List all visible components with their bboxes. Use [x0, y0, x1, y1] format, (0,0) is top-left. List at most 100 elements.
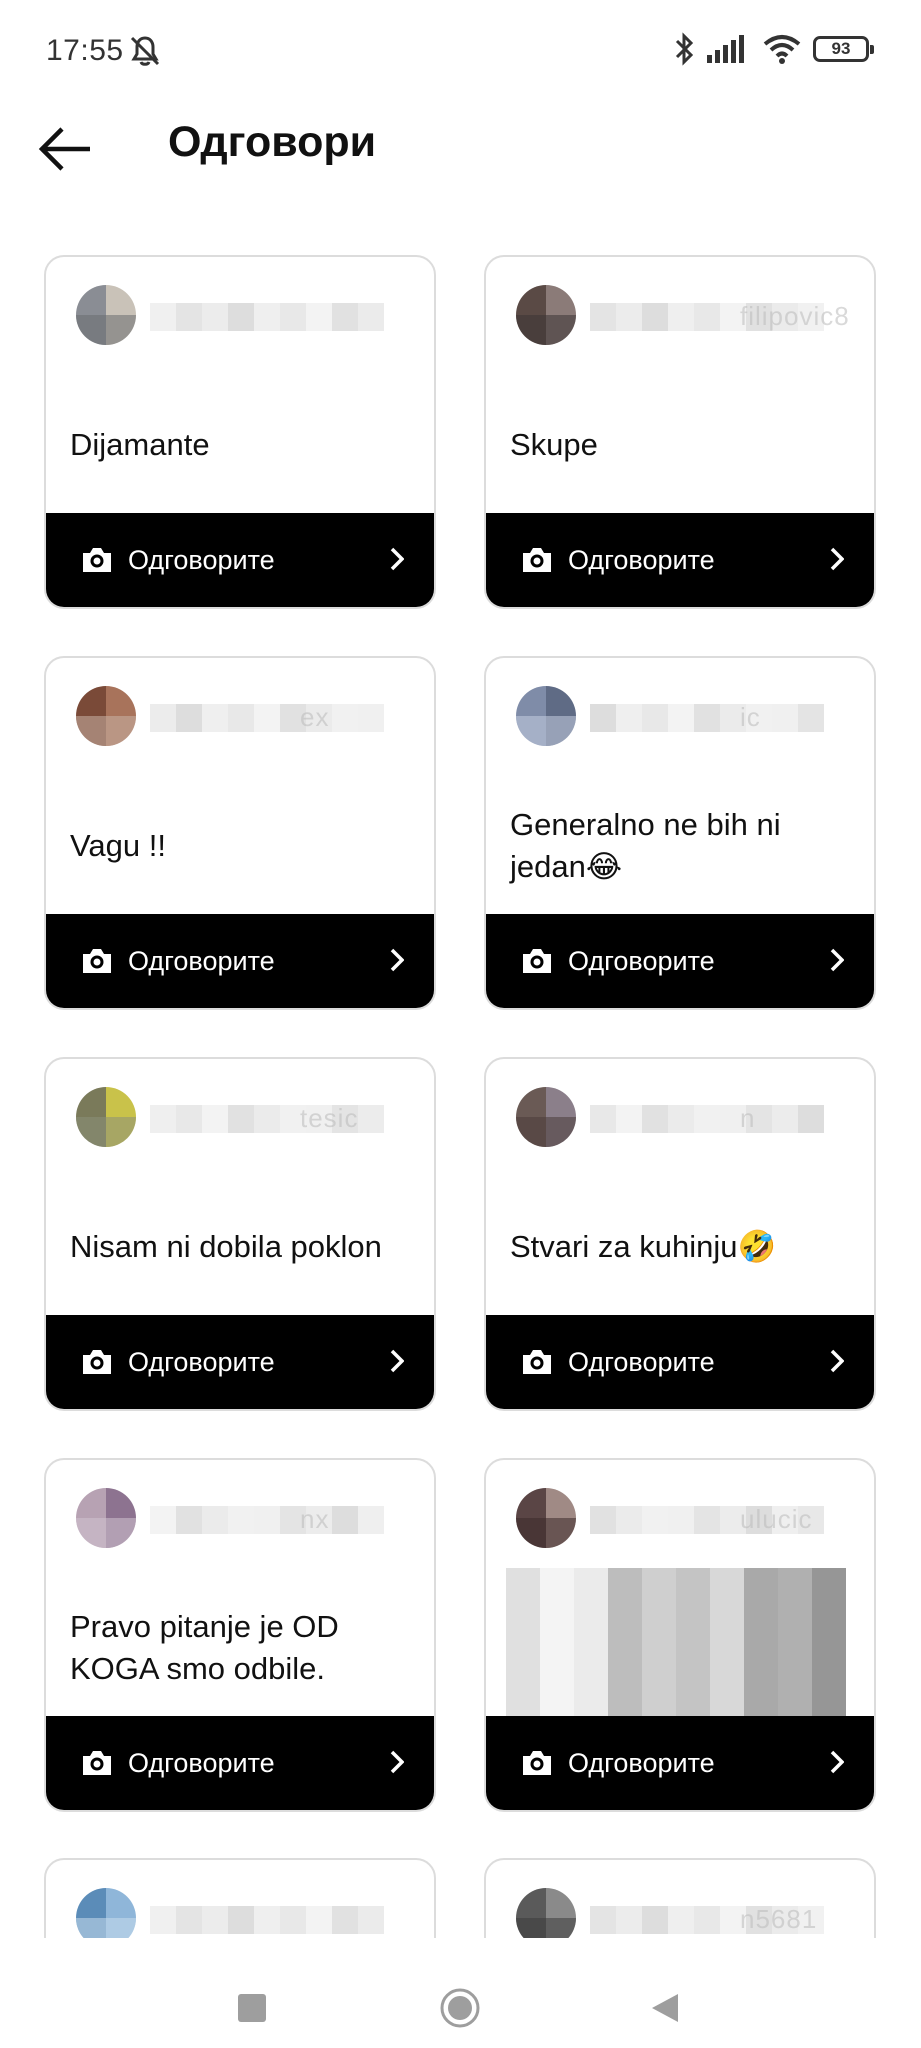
response-text: Stvari za kuhinju🤣: [510, 1229, 777, 1264]
username: filipovic8: [740, 301, 850, 331]
username: n5681: [740, 1904, 818, 1934]
status-icons: 93: [673, 32, 874, 66]
response-text: Generalno ne bih ni jedan😂: [510, 807, 781, 884]
chevron-right-icon: [390, 547, 404, 571]
card-user[interactable]: nx: [60, 1484, 420, 1554]
username: ic: [740, 702, 761, 732]
avatar[interactable]: [76, 1488, 136, 1548]
response-card[interactable]: ic Generalno ne bih ni jedan😂 Одговорите: [484, 656, 876, 1010]
response-card[interactable]: tesic Nisam ni dobila poklon Одговорите: [44, 1057, 436, 1411]
app-header: Одговори: [0, 100, 921, 200]
username-blurred: [150, 704, 384, 732]
reply-label: Одговорите: [128, 945, 275, 976]
card-user[interactable]: n: [500, 1083, 860, 1153]
avatar[interactable]: [516, 1888, 576, 1938]
system-nav-bar: [0, 1938, 921, 2048]
username: ulucic: [740, 1504, 813, 1534]
response-card[interactable]: [44, 1858, 436, 1938]
battery-icon: 93: [813, 36, 874, 62]
card-user[interactable]: filipovic8: [500, 281, 860, 351]
status-time: 17:55: [46, 34, 124, 67]
card-user[interactable]: ex: [60, 682, 420, 752]
reply-label: Одговорите: [128, 1747, 275, 1778]
card-user[interactable]: [60, 281, 420, 351]
signal-icon: [707, 35, 744, 63]
responses-grid-partial-row: n5681: [44, 1858, 878, 1938]
reply-label: Одговорите: [568, 945, 715, 976]
bluetooth-icon: [675, 32, 694, 66]
avatar[interactable]: [76, 686, 136, 746]
card-user[interactable]: [60, 1884, 420, 1938]
reply-button[interactable]: Одговорите: [46, 914, 434, 1008]
camera-icon: [83, 1350, 111, 1374]
reply-button[interactable]: Одговорите: [486, 914, 874, 1008]
camera-icon: [523, 1350, 551, 1374]
response-text: Vagu !!: [70, 828, 166, 863]
response-card[interactable]: ex Vagu !! Одговорите: [44, 656, 436, 1010]
chevron-right-icon: [390, 1750, 404, 1774]
username-blurred: [590, 704, 824, 732]
response-text: Pravo pitanje je OD KOGA smo odbile.: [70, 1609, 339, 1686]
avatar[interactable]: [76, 1888, 136, 1938]
card-user[interactable]: n5681: [500, 1884, 860, 1938]
bell-slash-icon: [130, 36, 160, 66]
reply-label: Одговорите: [568, 544, 715, 575]
camera-icon: [83, 949, 111, 973]
reply-button[interactable]: Одговорите: [486, 1315, 874, 1409]
battery-level: 93: [831, 39, 851, 58]
response-text-pixelated: [506, 1568, 846, 1718]
username: n: [740, 1103, 756, 1133]
reply-button[interactable]: Одговорите: [46, 1315, 434, 1409]
chevron-right-icon: [830, 547, 844, 571]
camera-icon: [83, 548, 111, 572]
response-card[interactable]: nx Pravo pitanje je OD KOGA smo odbile. Од…: [44, 1458, 436, 1812]
chevron-right-icon: [390, 948, 404, 972]
home-button[interactable]: [440, 1988, 480, 2028]
card-user[interactable]: tesic: [60, 1083, 420, 1153]
username-blurred: [150, 1506, 384, 1534]
reply-button[interactable]: Одговорите: [486, 1716, 874, 1810]
reply-button[interactable]: Одговорите: [46, 1716, 434, 1810]
chevron-right-icon: [830, 948, 844, 972]
camera-icon: [523, 548, 551, 572]
username-blurred: [590, 1105, 824, 1133]
reply-button[interactable]: Одговорите: [486, 513, 874, 607]
username-blurred: [150, 1906, 384, 1934]
reply-label: Одговорите: [128, 544, 275, 575]
avatar[interactable]: [76, 1087, 136, 1147]
page-title: Одговори: [168, 118, 377, 166]
username: tesic: [300, 1103, 359, 1133]
avatar[interactable]: [516, 285, 576, 345]
avatar[interactable]: [76, 285, 136, 345]
reply-label: Одговорите: [568, 1747, 715, 1778]
response-card[interactable]: ulucic Одговорите: [484, 1458, 876, 1812]
reply-button[interactable]: Одговорите: [46, 513, 434, 607]
username-blurred: [150, 303, 384, 331]
camera-icon: [83, 1751, 111, 1775]
responses-grid: Dijamante Одговорите filipovic8 Skupe Одгово…: [44, 255, 878, 1812]
camera-icon: [523, 1751, 551, 1775]
response-card[interactable]: n Stvari za kuhinju🤣 Одговорите: [484, 1057, 876, 1411]
avatar[interactable]: [516, 1488, 576, 1548]
status-bar: 17:55 93: [0, 0, 921, 100]
response-text: Skupe: [510, 427, 598, 462]
card-user[interactable]: ic: [500, 682, 860, 752]
arrow-left-icon[interactable]: [36, 124, 96, 174]
response-text: Dijamante: [70, 427, 210, 462]
reply-label: Одговорите: [568, 1346, 715, 1377]
chevron-right-icon: [830, 1750, 844, 1774]
chevron-right-icon: [390, 1349, 404, 1373]
avatar[interactable]: [516, 686, 576, 746]
recents-button[interactable]: [238, 1994, 266, 2022]
response-card[interactable]: Dijamante Одговорите: [44, 255, 436, 609]
camera-icon: [523, 949, 551, 973]
response-card[interactable]: n5681: [484, 1858, 876, 1938]
username: ex: [300, 702, 330, 732]
username: nx: [300, 1504, 330, 1534]
card-user[interactable]: ulucic: [500, 1484, 860, 1554]
nav-back-button[interactable]: [650, 1992, 680, 2024]
response-text: Nisam ni dobila poklon: [70, 1229, 382, 1264]
response-card[interactable]: filipovic8 Skupe Одговорите: [484, 255, 876, 609]
avatar[interactable]: [516, 1087, 576, 1147]
reply-label: Одговорите: [128, 1346, 275, 1377]
